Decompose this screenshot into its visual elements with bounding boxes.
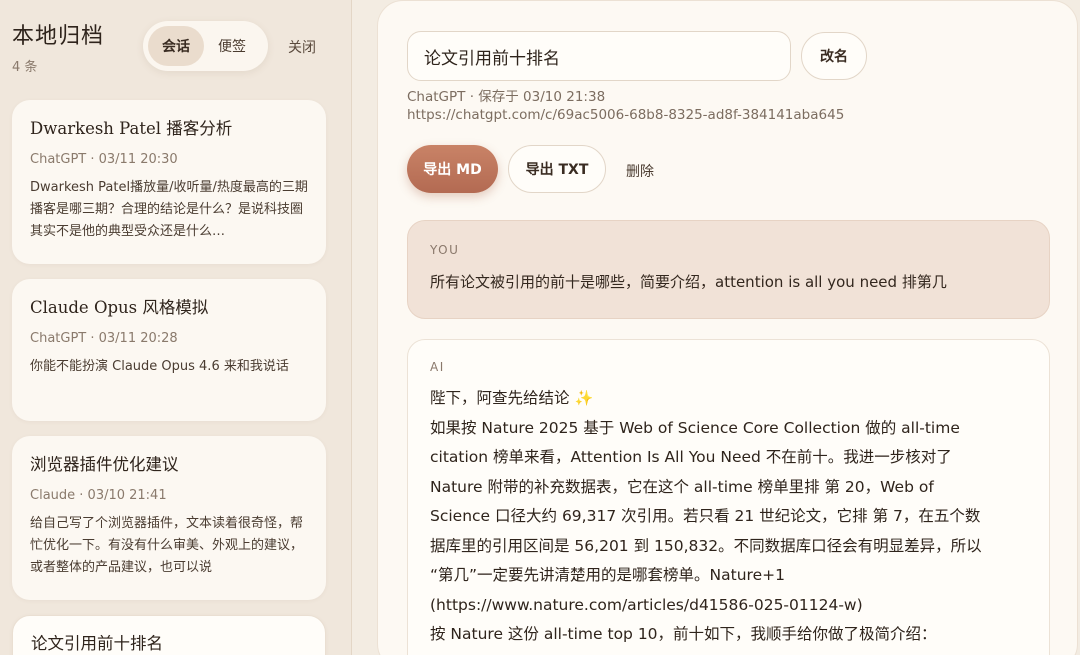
- rename-button[interactable]: 改名: [801, 32, 867, 80]
- ai-message: AI 陛下，阿查先给结论 ✨ 如果按 Nature 2025 基于 Web of…: [407, 339, 1050, 655]
- source-meta: ChatGPT · 保存于 03/10 21:38: [407, 89, 606, 105]
- card-snippet: Dwarkesh Patel播放量/收听量/热度最高的三期播客是哪三期？合理的结…: [30, 180, 308, 239]
- list-item[interactable]: 浏览器插件优化建议 Claude · 03/10 21:41 给自己写了个浏览器…: [12, 436, 326, 600]
- conversation-detail: 改名 ChatGPT · 保存于 03/10 21:38 https://cha…: [377, 0, 1078, 655]
- card-snippet: 你能不能扮演 Claude Opus 4.6 来和我说话: [30, 359, 289, 374]
- close-button[interactable]: 关闭: [288, 37, 316, 57]
- card-meta: ChatGPT · 03/11 20:28: [30, 331, 178, 346]
- card-meta: ChatGPT · 03/11 20:30: [30, 152, 178, 167]
- message-line: citation 榜单来看，Attention Is All You Need …: [430, 448, 952, 466]
- list-item[interactable]: Dwarkesh Patel 播客分析 ChatGPT · 03/11 20:3…: [12, 100, 326, 264]
- card-title: 浏览器插件优化建议: [30, 455, 179, 474]
- view-switcher: 会话 便签: [143, 21, 268, 71]
- message-text: 所有论文被引用的前十是哪些，简要介绍，attention is all you …: [430, 273, 947, 291]
- card-title: Dwarkesh Patel 播客分析: [30, 119, 233, 138]
- user-message: YOU 所有论文被引用的前十是哪些，简要介绍，attention is all …: [407, 220, 1050, 319]
- message-body: 陛下，阿查先给结论 ✨ 如果按 Nature 2025 基于 Web of Sc…: [430, 384, 1027, 650]
- message-line: 按 Nature 这份 all-time top 10，前十如下，我顺手给你做了…: [430, 625, 937, 643]
- card-snippet: 给自己写了个浏览器插件，文本读着很奇怪，帮忙优化一下。有没有什么审美、外观上的建…: [30, 516, 304, 575]
- card-meta: Claude · 03/10 21:41: [30, 488, 167, 503]
- tab-notes[interactable]: 便签: [204, 26, 260, 66]
- sidebar-title: 本地归档: [12, 24, 105, 49]
- card-title: Claude Opus 风格模拟: [30, 298, 209, 317]
- list-item-selected[interactable]: 论文引用前十排名: [12, 615, 326, 655]
- export-txt-button[interactable]: 导出 TXT: [508, 145, 606, 193]
- message-line: Science 口径大约 69,317 次引用。若只看 21 世纪论文，它排 第…: [430, 507, 981, 525]
- tab-sessions[interactable]: 会话: [148, 26, 204, 66]
- message-role: AI: [430, 360, 445, 374]
- message-line: “第几”一定要先讲清楚用的是哪套榜单。Nature+1: [430, 566, 785, 584]
- message-line: (https://www.nature.com/articles/d41586-…: [430, 595, 863, 614]
- delete-button[interactable]: 删除: [626, 161, 654, 181]
- list-item[interactable]: Claude Opus 风格模拟 ChatGPT · 03/11 20:28 你…: [12, 279, 326, 421]
- archive-count: 4 条: [12, 60, 38, 75]
- message-line: 陛下，阿查先给结论 ✨: [430, 389, 594, 407]
- archive-sidebar: 本地归档 4 条 会话 便签 关闭 Dwarkesh Patel 播客分析 Ch…: [0, 0, 352, 655]
- card-title: 论文引用前十排名: [31, 634, 163, 653]
- source-url: https://chatgpt.com/c/69ac5006-68b8-8325…: [407, 107, 845, 123]
- sparkle-icon: ✨: [574, 389, 594, 407]
- message-role: YOU: [430, 243, 460, 257]
- message-line: 如果按 Nature 2025 基于 Web of Science Core C…: [430, 418, 960, 437]
- message-line: Nature 附带的补充数据表，它在这个 all-time 榜单里排 第 20，…: [430, 477, 934, 496]
- title-input[interactable]: [407, 31, 791, 81]
- message-line: 据库里的引用区间是 56,201 到 150,832。不同数据库口径会有明显差异…: [430, 536, 982, 555]
- export-md-button[interactable]: 导出 MD: [407, 145, 498, 193]
